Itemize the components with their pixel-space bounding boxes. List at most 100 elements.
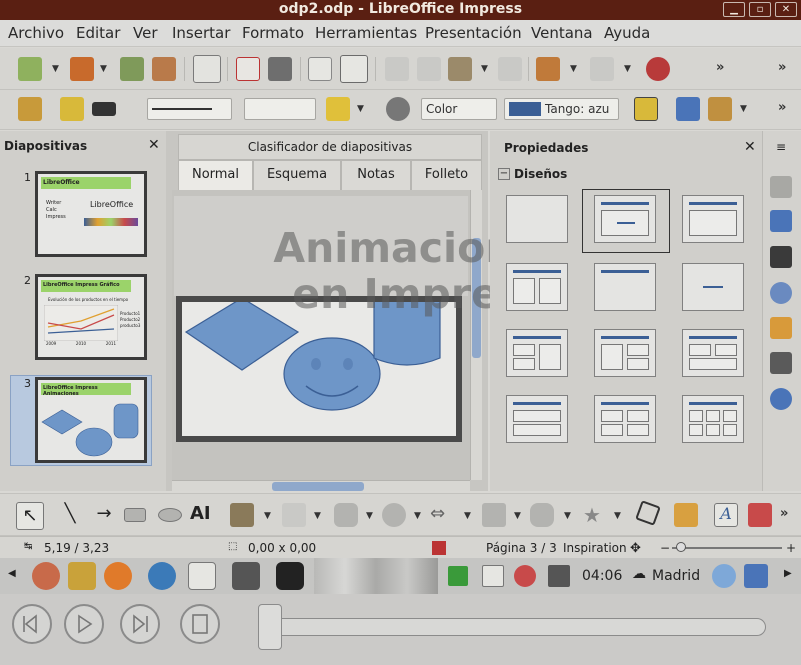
- location-label[interactable]: Madrid: [652, 568, 700, 584]
- menu-insertar[interactable]: Insertar: [172, 24, 230, 42]
- menu-herramientas[interactable]: Herramientas: [315, 24, 417, 42]
- transformations-icon[interactable]: [676, 97, 700, 121]
- symbol-shapes-icon[interactable]: [382, 503, 406, 527]
- close-icon[interactable]: ✕: [148, 137, 160, 153]
- menu-editar[interactable]: Editar: [76, 24, 120, 42]
- horizontal-scrollbar[interactable]: [172, 480, 470, 491]
- shadow-icon[interactable]: [634, 97, 658, 121]
- rewind-button[interactable]: [12, 604, 52, 644]
- insert-image-icon[interactable]: [748, 503, 772, 527]
- edit-mode-icon[interactable]: [193, 55, 221, 83]
- layout-title-only[interactable]: [594, 263, 656, 311]
- app-menu-icon[interactable]: [32, 562, 60, 590]
- select-pointer-icon[interactable]: ↖: [16, 502, 44, 530]
- chevron-down-icon[interactable]: ▼: [624, 64, 631, 74]
- menu-ver[interactable]: Ver: [133, 24, 158, 42]
- save-remote-icon[interactable]: [152, 57, 176, 81]
- chart-icon[interactable]: [646, 57, 670, 81]
- layout-title-2content-over[interactable]: [682, 329, 744, 377]
- chevron-down-icon[interactable]: ▼: [357, 104, 364, 114]
- fontwork-icon[interactable]: A: [714, 503, 738, 527]
- firefox-icon[interactable]: [104, 562, 132, 590]
- styles-icon[interactable]: [18, 97, 42, 121]
- line-tool-icon[interactable]: ╲: [58, 503, 82, 527]
- maximize-icon[interactable]: ▫: [749, 2, 771, 17]
- zoom-slider-knob[interactable]: [676, 542, 686, 552]
- toolbar-overflow-icon[interactable]: »: [716, 60, 724, 75]
- zoom-slider[interactable]: [672, 547, 782, 549]
- chevron-down-icon[interactable]: ▼: [100, 64, 107, 74]
- chevron-down-icon[interactable]: ▼: [366, 511, 373, 521]
- export-pdf-icon[interactable]: [236, 57, 260, 81]
- minimize-icon[interactable]: ▁: [723, 2, 745, 17]
- cut-icon[interactable]: [385, 57, 409, 81]
- terminal-icon[interactable]: [276, 562, 304, 590]
- connector-tool-icon[interactable]: [282, 503, 306, 527]
- play-button[interactable]: [64, 604, 104, 644]
- slide-thumbnail-2[interactable]: LibreOffice Impress Gráfico Evolución de…: [35, 274, 147, 360]
- clock[interactable]: 04:06: [582, 568, 622, 584]
- flowchart-icon[interactable]: [482, 503, 506, 527]
- autospellcheck-icon[interactable]: [340, 55, 368, 83]
- layout-title-6content[interactable]: [682, 395, 744, 443]
- glue-points-icon[interactable]: [674, 503, 698, 527]
- chevron-down-icon[interactable]: ▼: [481, 64, 488, 74]
- toolbar-overflow-icon[interactable]: »: [778, 100, 786, 115]
- ellipse-tool-icon[interactable]: [158, 508, 182, 522]
- layout-title-2content-content[interactable]: [506, 329, 568, 377]
- points-icon[interactable]: [635, 500, 661, 526]
- tab-folleto[interactable]: Folleto: [411, 160, 482, 190]
- line-width-field[interactable]: [244, 98, 316, 120]
- slide-thumbnail-3[interactable]: LibreOffice Impress Animaciones: [35, 377, 147, 463]
- navigator-icon[interactable]: [770, 282, 792, 304]
- arrow-style-icon[interactable]: [92, 102, 116, 116]
- fill-color-select[interactable]: Tango: azu: [504, 98, 619, 120]
- custom-animation-icon[interactable]: [770, 317, 792, 339]
- chevron-down-icon[interactable]: ▼: [464, 511, 471, 521]
- styles-deck-icon[interactable]: [770, 388, 792, 410]
- tab-esquema[interactable]: Esquema: [253, 160, 341, 190]
- toolbar-overflow-icon[interactable]: »: [780, 506, 788, 521]
- redo-icon[interactable]: [590, 57, 614, 81]
- open-folder-icon[interactable]: [70, 57, 94, 81]
- curve-tool-icon[interactable]: [230, 503, 254, 527]
- chevron-down-icon[interactable]: ▼: [314, 511, 321, 521]
- network-icon[interactable]: [514, 565, 536, 587]
- window-thumbnails[interactable]: [314, 558, 438, 594]
- close-window-icon[interactable]: ✕: [775, 2, 797, 17]
- print-icon[interactable]: [268, 57, 292, 81]
- layout-blank[interactable]: [506, 195, 568, 243]
- fit-page-icon[interactable]: ✥: [630, 541, 641, 556]
- layout-centered-text[interactable]: [682, 263, 744, 311]
- line-icon[interactable]: [60, 97, 84, 121]
- area-fill-icon[interactable]: [386, 97, 410, 121]
- stars-icon[interactable]: ★: [580, 503, 604, 527]
- slide-transition-icon[interactable]: [770, 210, 792, 232]
- notes-app-icon[interactable]: [188, 562, 216, 590]
- clone-formatting-icon[interactable]: [498, 57, 522, 81]
- layout-title-4content[interactable]: [594, 395, 656, 443]
- layout-title-two-content[interactable]: [506, 263, 568, 311]
- chevron-down-icon[interactable]: ▼: [570, 64, 577, 74]
- stop-button[interactable]: [180, 604, 220, 644]
- rectangle-tool-icon[interactable]: [124, 508, 146, 522]
- text-tool-icon[interactable]: AI: [190, 503, 214, 527]
- menu-ayuda[interactable]: Ayuda: [604, 24, 650, 42]
- seek-bar[interactable]: [262, 618, 766, 636]
- sidebar-menu-icon[interactable]: ≡: [776, 140, 786, 154]
- scrollbar-thumb[interactable]: [272, 482, 364, 491]
- seek-handle[interactable]: [258, 604, 282, 650]
- shield-icon[interactable]: [712, 564, 736, 588]
- basic-shapes-icon[interactable]: [334, 503, 358, 527]
- master-slides-icon[interactable]: [770, 246, 792, 268]
- collapse-icon[interactable]: −: [498, 168, 510, 180]
- arrow-tool-icon[interactable]: →: [92, 503, 116, 527]
- paste-icon[interactable]: [448, 57, 472, 81]
- spellcheck-icon[interactable]: [308, 57, 332, 81]
- menu-formato[interactable]: Formato: [242, 24, 304, 42]
- align-icon[interactable]: [708, 97, 732, 121]
- chevron-down-icon[interactable]: ▼: [614, 511, 621, 521]
- block-arrows-icon[interactable]: ⇔: [430, 503, 454, 527]
- menu-presentacion[interactable]: Presentación: [425, 24, 522, 42]
- layout-title-content-2content[interactable]: [594, 329, 656, 377]
